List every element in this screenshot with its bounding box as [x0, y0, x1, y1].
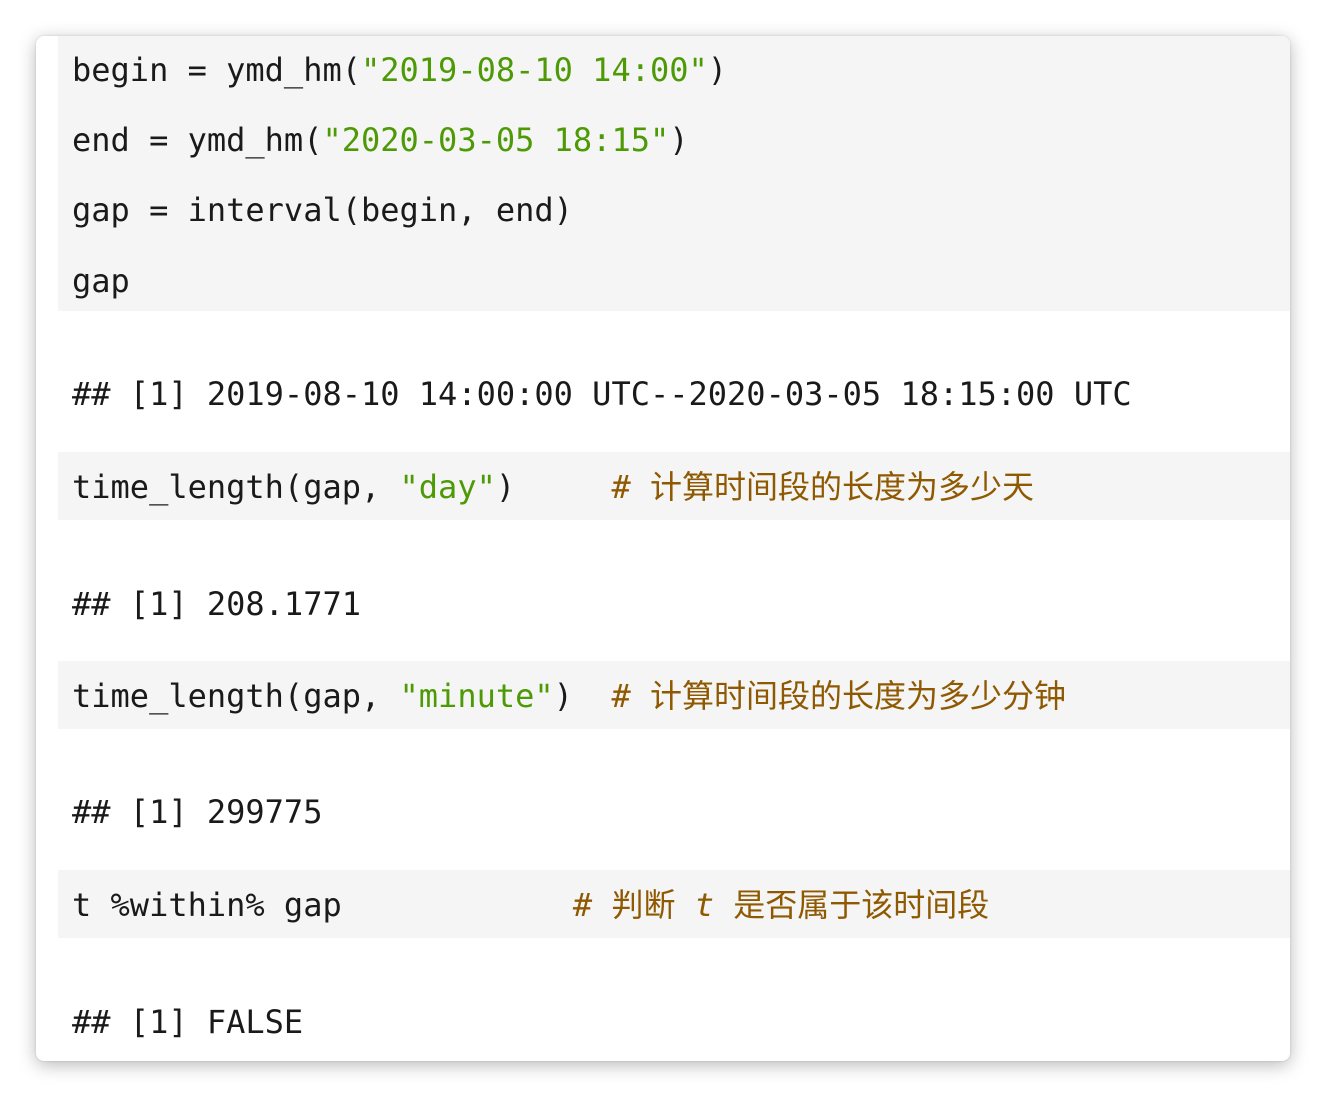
code-line: begin = ymd_hm("2019-08-10 14:00") [72, 51, 728, 89]
code-line: t %within% gap # 判断 t 是否属于该时间段 [72, 886, 990, 924]
code-line: time_length(gap, "day") # 计算时间段的长度为多少天 [72, 468, 1034, 506]
output-line: ## [1] 2019-08-10 14:00:00 UTC--2020-03-… [72, 375, 1132, 413]
output-line: ## [1] 208.1771 [72, 585, 361, 623]
code-line: end = ymd_hm("2020-03-05 18:15") [72, 121, 689, 159]
code-line: time_length(gap, "minute") # 计算时间段的长度为多少… [72, 677, 1066, 715]
output-line: ## [1] 299775 [72, 793, 323, 831]
code-card: begin = ymd_hm("2019-08-10 14:00") end =… [36, 36, 1290, 1061]
code-line: gap = interval(begin, end) [72, 191, 573, 229]
code-line: gap [72, 262, 130, 300]
output-line: ## [1] FALSE [72, 1003, 304, 1041]
